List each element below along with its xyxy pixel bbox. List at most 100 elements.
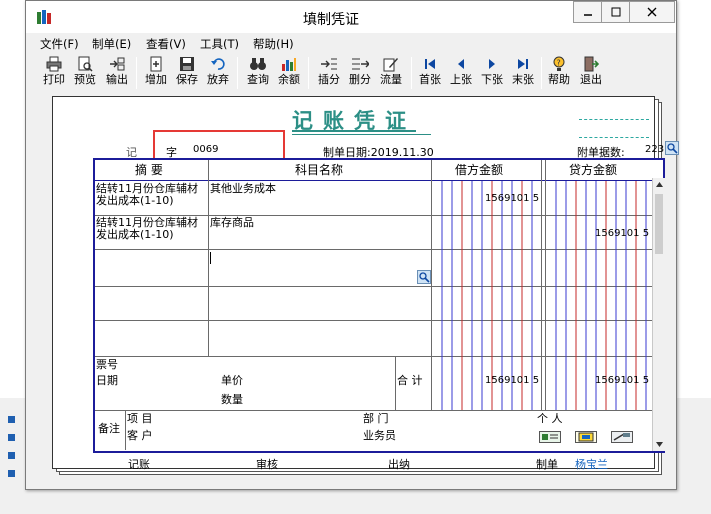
maker-label: 制单 — [536, 458, 558, 471]
column-summary: 摘 要 — [135, 163, 163, 177]
voucher-window: 填制凭证 文件(F) 制单(E) 查看(V) 工具(T) 帮助(H) 打印 预览… — [25, 0, 679, 490]
toolbar-separator — [411, 57, 412, 89]
last-icon — [516, 55, 530, 73]
exit-icon — [583, 55, 599, 73]
header-dash-line — [579, 119, 649, 120]
preview-icon — [77, 55, 93, 73]
balance-button[interactable]: 余额 — [274, 55, 304, 91]
minimize-button[interactable] — [573, 1, 602, 23]
reviewer-label: 审核 — [256, 458, 278, 471]
scroll-up-icon[interactable] — [655, 180, 664, 189]
title-bar: 填制凭证 — [26, 1, 676, 33]
previous-icon — [454, 55, 468, 73]
column-credit: 贷方金额 — [569, 163, 618, 177]
window-title: 填制凭证 — [303, 12, 359, 28]
help-button[interactable]: ? 帮助 — [544, 55, 574, 91]
person-label[interactable]: 个 人 — [537, 413, 563, 425]
col-divider — [125, 410, 126, 450]
scroll-down-icon[interactable] — [655, 440, 664, 449]
col-divider — [395, 356, 396, 410]
attachments-search-icon[interactable] — [665, 141, 679, 155]
column-debit: 借方金额 — [455, 163, 504, 177]
maximize-icon — [611, 7, 620, 17]
bar-chart-icon — [281, 55, 297, 73]
next-button[interactable]: 下张 — [477, 55, 507, 91]
voucher-number[interactable]: 0069 — [193, 144, 218, 155]
row3-summary-cell[interactable] — [96, 250, 208, 285]
voucher-grid: 摘 要 科目名称 借方金额 贷方金额 结转11月份仓库辅材 发出成本(1-10)… — [93, 158, 665, 453]
previous-button[interactable]: 上张 — [446, 55, 476, 91]
project-label[interactable]: 项 目 — [127, 413, 153, 425]
voucher-sheet: 记账凭证 记 字 0069 制单日期:2019.11.30 附单据数: 223 … — [52, 96, 679, 471]
list-bullet-icon — [8, 434, 15, 441]
first-button[interactable]: 首张 — [415, 55, 445, 91]
row-divider — [95, 410, 652, 411]
remark-label: 备注 — [98, 422, 120, 435]
customer-label[interactable]: 客 户 — [127, 430, 153, 442]
row3-account-cell[interactable] — [209, 250, 431, 285]
menu-view[interactable]: 查看(V) — [146, 36, 186, 52]
query-button[interactable]: 查询 — [243, 55, 273, 91]
date-label: 日期 — [96, 374, 118, 387]
row1-debit[interactable]: 1569101 5 — [485, 193, 539, 204]
document-icon[interactable] — [575, 431, 597, 443]
preview-button[interactable]: 预览 — [70, 55, 100, 91]
menu-make[interactable]: 制单(E) — [92, 36, 131, 52]
export-icon — [109, 55, 125, 73]
menu-file[interactable]: 文件(F) — [40, 36, 79, 52]
unit-price-label: 单价 — [221, 374, 243, 387]
quantity-label: 数量 — [221, 393, 243, 406]
grid-scrollbar[interactable] — [652, 178, 665, 451]
insert-row-icon — [320, 55, 338, 73]
printer-icon — [46, 55, 62, 73]
close-button[interactable] — [629, 1, 675, 23]
salesperson-label[interactable]: 业务员 — [363, 430, 396, 442]
department-label[interactable]: 部 门 — [363, 413, 389, 425]
help-icon: ? — [551, 55, 567, 73]
total-debit: 1569101 5 — [485, 375, 540, 386]
scrollbar-thumb[interactable] — [655, 194, 663, 254]
voucher-title: 记账凭证 — [292, 108, 416, 133]
add-button[interactable]: 增加 — [141, 55, 171, 91]
card-icon[interactable] — [539, 431, 561, 443]
add-icon — [148, 55, 164, 73]
row2-summary-line2[interactable]: 发出成本(1-10) — [96, 229, 174, 241]
toolbar-separator — [237, 57, 238, 89]
delete-row-icon — [351, 55, 369, 73]
row1-summary-line2[interactable]: 发出成本(1-10) — [96, 195, 174, 207]
list-bullet-icon — [8, 416, 15, 423]
list-bullet-icon — [8, 470, 15, 477]
toolbar-separator — [136, 57, 137, 89]
export-button[interactable]: 输出 — [102, 55, 132, 91]
column-account: 科目名称 — [295, 163, 344, 177]
ticket-label: 票号 — [96, 358, 118, 371]
delete-entry-button[interactable]: 删分 — [345, 55, 375, 91]
row2-account[interactable]: 库存商品 — [210, 217, 254, 229]
discard-button[interactable]: 放弃 — [203, 55, 233, 91]
toolbar-separator — [541, 57, 542, 89]
toolbar: 打印 预览 输出 增加 保存 放弃 查询 余额 插分 删分 流量 首张 上张 下… — [26, 53, 676, 93]
menu-help[interactable]: 帮助(H) — [253, 36, 294, 52]
header-dash-line — [579, 137, 649, 138]
last-button[interactable]: 末张 — [508, 55, 538, 91]
total-credit: 1569101 5 — [595, 375, 650, 386]
minimize-icon — [583, 14, 592, 16]
row2-credit[interactable]: 1569101 5 — [595, 228, 649, 239]
bookkeeper-label: 记账 — [128, 458, 150, 471]
attachments-count[interactable]: 223 — [645, 144, 664, 155]
menu-tools[interactable]: 工具(T) — [200, 36, 239, 52]
row1-account[interactable]: 其他业务成本 — [210, 183, 276, 195]
svg-text:?: ? — [557, 59, 561, 68]
total-label: 合 计 — [397, 374, 423, 387]
insert-entry-button[interactable]: 插分 — [314, 55, 344, 91]
cashflow-button[interactable]: 流量 — [376, 55, 406, 91]
toolbar-separator — [308, 57, 309, 89]
list-bullet-icon — [8, 452, 15, 459]
edit-icon — [383, 55, 399, 73]
exit-button[interactable]: 退出 — [576, 55, 606, 91]
maker-name: 杨宝兰 — [575, 458, 608, 471]
print-button[interactable]: 打印 — [39, 55, 69, 91]
maximize-button[interactable] — [601, 1, 630, 23]
tool-icon[interactable] — [611, 431, 633, 443]
save-button[interactable]: 保存 — [172, 55, 202, 91]
